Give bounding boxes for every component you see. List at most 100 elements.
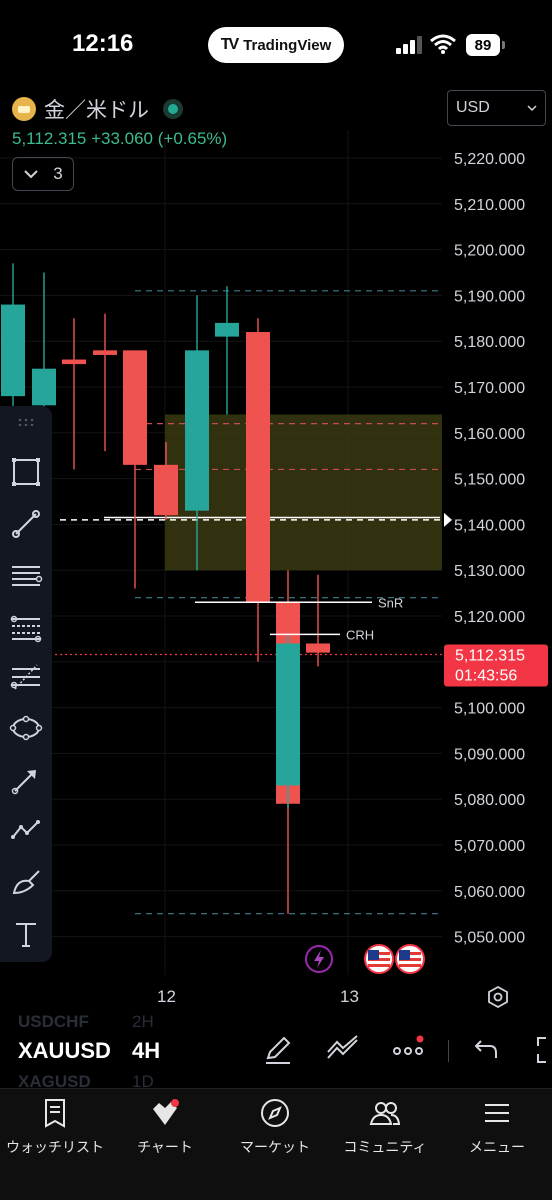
toolbar-separator [448, 1040, 449, 1062]
current-timeframe[interactable]: 4H [132, 1038, 160, 1064]
drawing-button[interactable] [260, 1032, 296, 1068]
y-axis-label: 5,070.000 [454, 838, 525, 855]
candle-body [123, 350, 147, 465]
us-event-flag-icon[interactable] [395, 944, 425, 974]
fullscreen-button[interactable] [530, 1032, 552, 1068]
countdown-label: 01:43:56 [455, 667, 517, 684]
y-axis-label: 5,200.000 [454, 243, 525, 260]
pen-icon [266, 1036, 291, 1064]
undo-button[interactable] [466, 1032, 502, 1068]
candle-body [32, 368, 56, 406]
fib-retracement-icon [10, 615, 42, 643]
brush-icon [12, 870, 40, 895]
arrow-icon [11, 770, 36, 795]
y-axis-label: 5,120.000 [454, 609, 525, 626]
y-axis-label: 5,190.000 [454, 288, 525, 305]
battery-tip [502, 41, 505, 49]
tradingview-logo-icon: TV [220, 36, 240, 53]
previous-symbol[interactable]: USDCHF [18, 1012, 89, 1032]
candle-body [62, 359, 86, 365]
tradingview-pill[interactable]: TV TradingView [208, 27, 344, 63]
undo-icon [474, 1040, 497, 1058]
drawing-toolbar [0, 406, 52, 962]
candle-body [93, 350, 117, 355]
y-axis-label: 5,130.000 [454, 563, 525, 580]
y-axis-label: 5,150.000 [454, 472, 525, 489]
crosshair-box-icon [12, 458, 40, 486]
trend-line-icon [12, 510, 40, 538]
battery-indicator: 89 [466, 34, 506, 56]
price-change: 5,112.315 +33.060 (+0.65%) [12, 129, 228, 148]
tab-community[interactable]: コミュニティ [330, 1097, 440, 1157]
chart-settings-icon[interactable] [486, 985, 510, 1009]
tab-menu[interactable]: メニュー [442, 1097, 552, 1157]
polyline-icon [11, 820, 40, 839]
indicators-button[interactable] [325, 1032, 361, 1068]
chevron-down-icon [24, 170, 38, 179]
y-axis-label: 5,170.000 [454, 380, 525, 397]
y-axis-label: 5,180.000 [454, 334, 525, 351]
level-marker [444, 512, 452, 527]
market-open-icon [163, 99, 183, 119]
y-axis-label: 5,080.000 [454, 792, 525, 809]
annotation-label: SnR [378, 595, 403, 610]
indicators-collapse-button[interactable]: 3 [12, 157, 74, 191]
annotation-label: CRH [346, 627, 374, 642]
tab-label: チャート [137, 1139, 193, 1155]
chart-icon [153, 1099, 179, 1125]
candle-body [154, 464, 178, 516]
arrow-tool[interactable] [6, 760, 46, 800]
tab-label: メニュー [469, 1139, 525, 1155]
tab-watchlist[interactable]: ウォッチリスト [0, 1097, 110, 1157]
candle-body [185, 350, 209, 511]
tradingview-pill-label: TradingView [243, 36, 332, 54]
indicator-count: 3 [53, 164, 63, 183]
fib-retracement-tool[interactable] [6, 608, 46, 648]
currency-value: USD [456, 99, 490, 116]
ellipse-icon [9, 715, 43, 741]
pitchfork-tool[interactable] [6, 658, 46, 698]
flash-event-icon[interactable] [304, 944, 334, 974]
rectangle-select-tool[interactable] [6, 452, 46, 492]
horizontal-lines-icon [12, 566, 43, 586]
brush-tool[interactable] [6, 862, 46, 902]
x-axis-label: 12 [157, 987, 176, 1006]
status-bar: 12:16 TV TradingView 89 [0, 0, 552, 90]
candle-body [246, 332, 270, 603]
y-axis-label: 5,210.000 [454, 197, 525, 214]
more-dots-icon [393, 1035, 424, 1055]
current-symbol[interactable]: XAUUSD [18, 1038, 112, 1064]
currency-select[interactable]: USD [447, 90, 546, 126]
fullscreen-icon [537, 1037, 546, 1063]
us-event-flag-icon[interactable] [364, 944, 394, 974]
tab-label: コミュニティ [343, 1139, 427, 1155]
y-axis-label: 5,050.000 [454, 930, 525, 947]
watchlist-icon [45, 1099, 65, 1128]
drag-handle-icon[interactable] [18, 418, 34, 426]
ellipse-tool[interactable] [6, 708, 46, 748]
horizontal-lines-tool[interactable] [6, 556, 46, 596]
tab-label: ウォッチリスト [6, 1139, 104, 1155]
y-axis-label: 5,140.000 [454, 517, 525, 534]
community-icon [369, 1102, 401, 1125]
text-icon [16, 923, 36, 947]
chevron-down-icon [527, 105, 537, 112]
candle-body [276, 643, 300, 786]
y-axis-label: 5,060.000 [454, 884, 525, 901]
symbol-header[interactable]: 金／米ドル [12, 96, 183, 122]
candle-body [1, 304, 25, 397]
previous-timeframe[interactable]: 2H [132, 1012, 154, 1032]
more-button[interactable] [390, 1032, 426, 1068]
y-axis-label: 5,090.000 [454, 746, 525, 763]
candlestick-chart[interactable]: SnR CRH 5,220.000 5,210.000 5,200.000 5,190.0… [0, 130, 552, 980]
trend-line-tool[interactable] [6, 504, 46, 544]
y-axis-label: 5,100.000 [454, 701, 525, 718]
tab-markets[interactable]: マーケット [220, 1097, 330, 1157]
battery-level: 89 [466, 34, 500, 56]
tab-chart[interactable]: チャート [110, 1097, 220, 1157]
pitchfork-icon [10, 664, 40, 690]
bottom-tab-bar: ウォッチリスト チャート マーケット コミュニティ メニュー [0, 1088, 552, 1200]
path-tool[interactable] [6, 810, 46, 850]
status-time: 12:16 [72, 30, 134, 57]
text-tool[interactable] [6, 914, 46, 954]
